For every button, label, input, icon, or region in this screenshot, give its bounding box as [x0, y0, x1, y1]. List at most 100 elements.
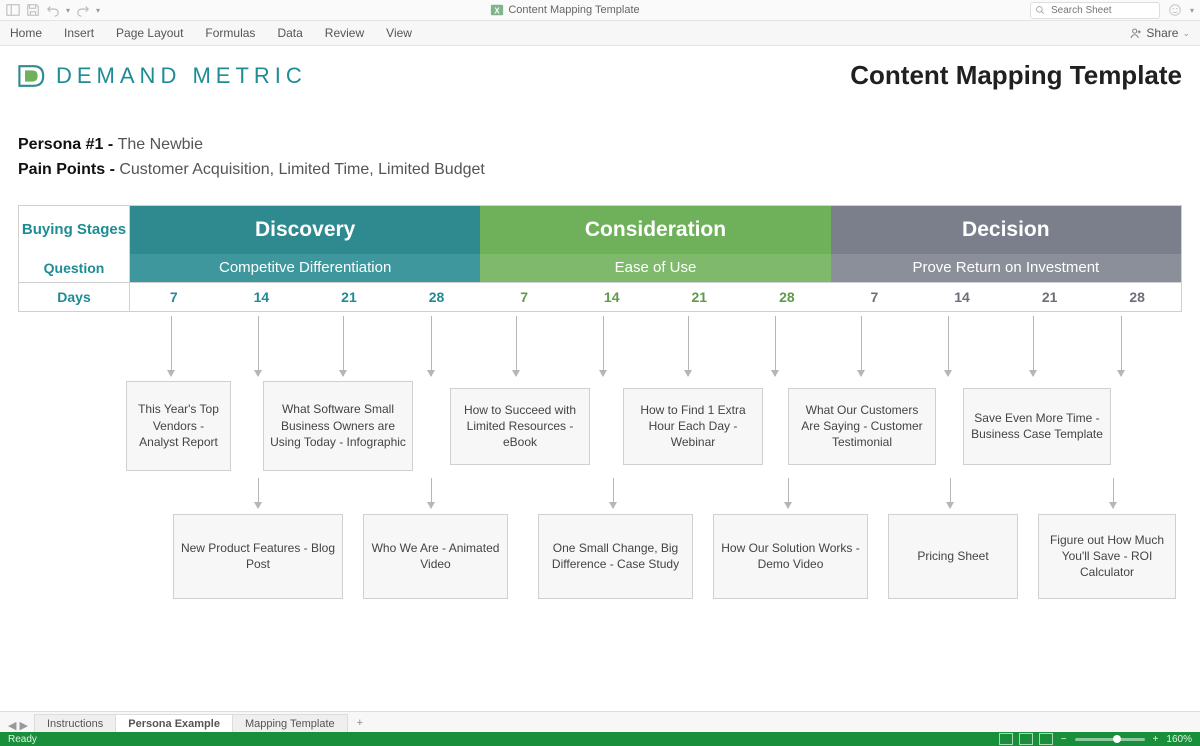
ribbon-tab-insert[interactable]: Insert [64, 26, 94, 40]
content-box: One Small Change, Big Difference - Case … [538, 514, 693, 599]
arrow-icon [1033, 316, 1034, 376]
content-box: What Software Small Business Owners are … [263, 381, 413, 471]
days-cell: 7 [480, 283, 568, 311]
days-cell: 21 [655, 283, 743, 311]
content-box: How to Find 1 Extra Hour Each Day - Webi… [623, 388, 763, 465]
zoom-slider[interactable] [1075, 738, 1145, 741]
add-sheet-button[interactable]: + [347, 714, 373, 732]
ribbon-tab-page-layout[interactable]: Page Layout [116, 26, 183, 40]
zoom-in-button[interactable]: + [1153, 734, 1159, 745]
feedback-smiley-icon[interactable] [1168, 3, 1182, 17]
content-box: How Our Solution Works - Demo Video [713, 514, 868, 599]
arrow-icon [171, 316, 172, 376]
question-decision: Prove Return on Investment [831, 254, 1181, 282]
ribbon-tabs-bar: Home Insert Page Layout Formulas Data Re… [0, 21, 1200, 46]
stage-header-decision: Decision [831, 206, 1181, 254]
person-plus-icon [1129, 27, 1142, 40]
excel-app-icon: X [490, 3, 504, 17]
undo-icon[interactable] [46, 3, 60, 17]
sheet-nav-arrows[interactable]: ◀ ▶ [6, 717, 34, 732]
days-cell: 14 [918, 283, 1006, 311]
arrow-icon [516, 316, 517, 376]
persona-info: Persona #1 - The Newbie Pain Points - Cu… [18, 133, 1182, 183]
brand-logo: DEMAND METRIC [18, 63, 307, 89]
brand-logo-text: DEMAND METRIC [56, 63, 307, 89]
undo-caret[interactable]: ▾ [66, 6, 70, 15]
painpoints-value: Customer Acquisition, Limited Time, Limi… [119, 161, 485, 178]
ribbon-tab-view[interactable]: View [386, 26, 412, 40]
row-label-stages: Buying Stages [19, 206, 130, 254]
days-cell: 7 [831, 283, 919, 311]
view-mode-icons[interactable] [999, 733, 1053, 745]
persona-label: Persona #1 - [18, 136, 118, 153]
content-box: Figure out How Much You'll Save - ROI Ca… [1038, 514, 1176, 599]
days-cell: 21 [305, 283, 393, 311]
days-cell: 7 [130, 283, 218, 311]
panel-icon[interactable] [6, 3, 20, 17]
status-ready: Ready [8, 734, 37, 745]
arrow-icon [603, 316, 604, 376]
content-box: How to Succeed with Limited Resources - … [450, 388, 590, 465]
quick-access-toolbar: ▾ ▾ [6, 3, 100, 17]
sheet-tab-instructions[interactable]: Instructions [34, 714, 116, 733]
sheet-tabs-bar: ◀ ▶ Instructions Persona Example Mapping… [0, 711, 1200, 732]
arrow-icon [258, 316, 259, 376]
svg-text:X: X [495, 7, 501, 16]
days-cell: 14 [568, 283, 656, 311]
ribbon-tab-review[interactable]: Review [325, 26, 364, 40]
content-box: Save Even More Time - Business Case Temp… [963, 388, 1111, 465]
redo-icon[interactable] [76, 3, 90, 17]
buying-stages-table: Buying Stages Discovery Consideration De… [18, 205, 1182, 312]
content-box: Pricing Sheet [888, 514, 1018, 599]
content-box: What Our Customers Are Saying - Customer… [788, 388, 936, 465]
arrow-icon [431, 316, 432, 376]
search-sheet[interactable] [1030, 2, 1160, 19]
content-box: Who We Are - Animated Video [363, 514, 508, 599]
days-cell: 28 [1093, 283, 1181, 311]
search-input[interactable] [1049, 4, 1148, 17]
question-discovery: Competitve Differentiation [130, 254, 480, 282]
days-cell: 14 [218, 283, 306, 311]
save-icon[interactable] [26, 3, 40, 17]
worksheet-canvas: DEMAND METRIC Content Mapping Template P… [0, 46, 1200, 626]
share-button[interactable]: Share ⌄ [1129, 26, 1190, 40]
page-title: Content Mapping Template [850, 60, 1182, 91]
document-title: Content Mapping Template [508, 4, 639, 16]
feedback-caret[interactable]: ▾ [1190, 6, 1194, 15]
row-label-days: Days [19, 283, 130, 311]
ribbon-tabs: Home Insert Page Layout Formulas Data Re… [10, 26, 412, 40]
painpoints-label: Pain Points - [18, 161, 119, 178]
days-cell: 28 [743, 283, 831, 311]
arrow-icon [775, 316, 776, 376]
arrow-icon [688, 316, 689, 376]
content-box: This Year's Top Vendors - Analyst Report [126, 381, 231, 471]
arrow-icon [1121, 316, 1122, 376]
content-box: New Product Features - Blog Post [173, 514, 343, 599]
search-icon [1035, 5, 1045, 15]
content-flow-area: This Year's Top Vendors - Analyst Report… [18, 316, 1182, 626]
share-label: Share [1146, 26, 1178, 40]
arrow-icon [788, 478, 789, 508]
demand-metric-mark-icon [18, 64, 46, 88]
arrow-icon [1113, 478, 1114, 508]
status-bar: Ready − + 160% [0, 732, 1200, 746]
zoom-level: 160% [1166, 734, 1192, 745]
arrow-icon [861, 316, 862, 376]
row-label-question: Question [19, 254, 130, 282]
stage-header-consideration: Consideration [480, 206, 830, 254]
ribbon-tab-data[interactable]: Data [277, 26, 302, 40]
sheet-tab-persona-example[interactable]: Persona Example [115, 714, 233, 733]
days-cell: 28 [393, 283, 481, 311]
arrow-icon [950, 478, 951, 508]
stage-header-discovery: Discovery [130, 206, 480, 254]
sheet-tab-mapping-template[interactable]: Mapping Template [232, 714, 348, 733]
ribbon-tab-home[interactable]: Home [10, 26, 42, 40]
question-consideration: Ease of Use [480, 254, 830, 282]
arrow-icon [343, 316, 344, 376]
arrow-icon [258, 478, 259, 508]
days-cell: 21 [1006, 283, 1094, 311]
zoom-out-button[interactable]: − [1061, 734, 1067, 745]
ribbon-tab-formulas[interactable]: Formulas [205, 26, 255, 40]
share-caret: ⌄ [1182, 28, 1190, 39]
arrow-icon [613, 478, 614, 508]
